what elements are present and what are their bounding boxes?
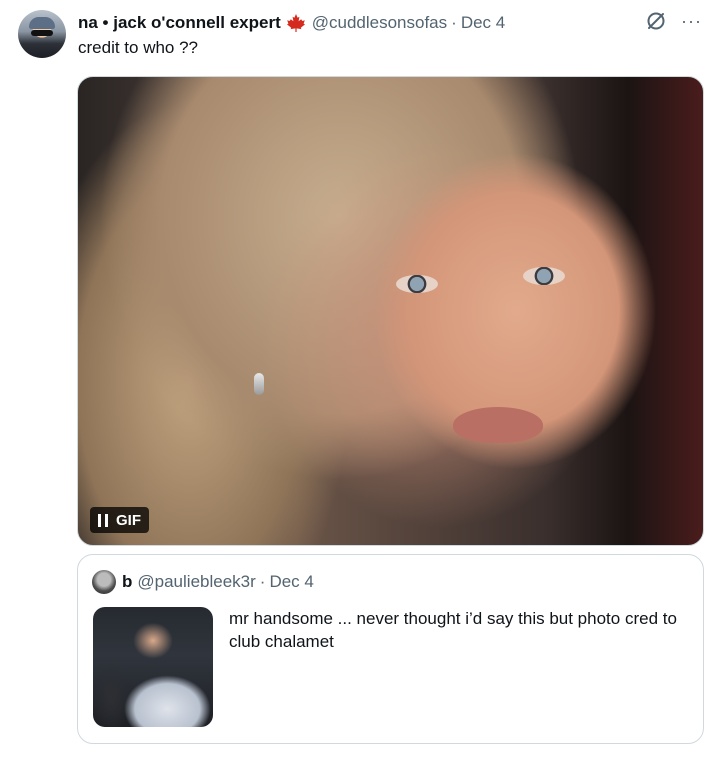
tweet-date[interactable]: Dec 4 [461, 13, 505, 33]
author-display-name[interactable]: na • jack o'connell expert [78, 13, 281, 33]
quoted-tweet[interactable]: b @pauliebleek3r · Dec 4 mr handsome ...… [77, 554, 704, 744]
quoted-tweet-text: mr handsome ... never thought i’d say th… [229, 609, 677, 651]
quoted-tweet-date[interactable]: Dec 4 [269, 572, 313, 592]
quoted-tweet-header: b @pauliebleek3r · Dec 4 [92, 570, 314, 594]
quoted-author-handle[interactable]: @pauliebleek3r [137, 572, 255, 592]
author-avatar[interactable] [18, 10, 66, 58]
more-options-icon[interactable]: ··· [681, 11, 702, 31]
avatar-cap [29, 17, 55, 29]
grok-icon[interactable] [645, 10, 667, 32]
quoted-author-display-name[interactable]: b [122, 572, 132, 592]
gif-subject-earring [254, 373, 264, 395]
tweet-text: credit to who ?? [78, 38, 199, 57]
maple-leaf-icon [286, 14, 305, 32]
gif-subject-eye [523, 267, 565, 285]
separator-dot: · [259, 572, 266, 591]
quoted-author-avatar[interactable] [92, 570, 116, 594]
gif-subject-eye [396, 275, 438, 293]
tweet-actions-top: ··· [645, 10, 702, 32]
separator-dot: · [451, 13, 457, 32]
author-handle[interactable]: @cuddlesonsofas [312, 13, 447, 33]
avatar-glasses [31, 30, 53, 36]
quoted-tweet-photo[interactable] [93, 607, 213, 727]
gif-subject-lips [453, 407, 543, 443]
pause-icon[interactable] [98, 513, 108, 527]
tweet-header: na • jack o'connell expert @cuddlesonsof… [78, 12, 505, 34]
gif-badge[interactable]: GIF [90, 507, 149, 533]
tweet-media-gif[interactable]: GIF [77, 76, 704, 546]
gif-label: GIF [116, 511, 141, 529]
